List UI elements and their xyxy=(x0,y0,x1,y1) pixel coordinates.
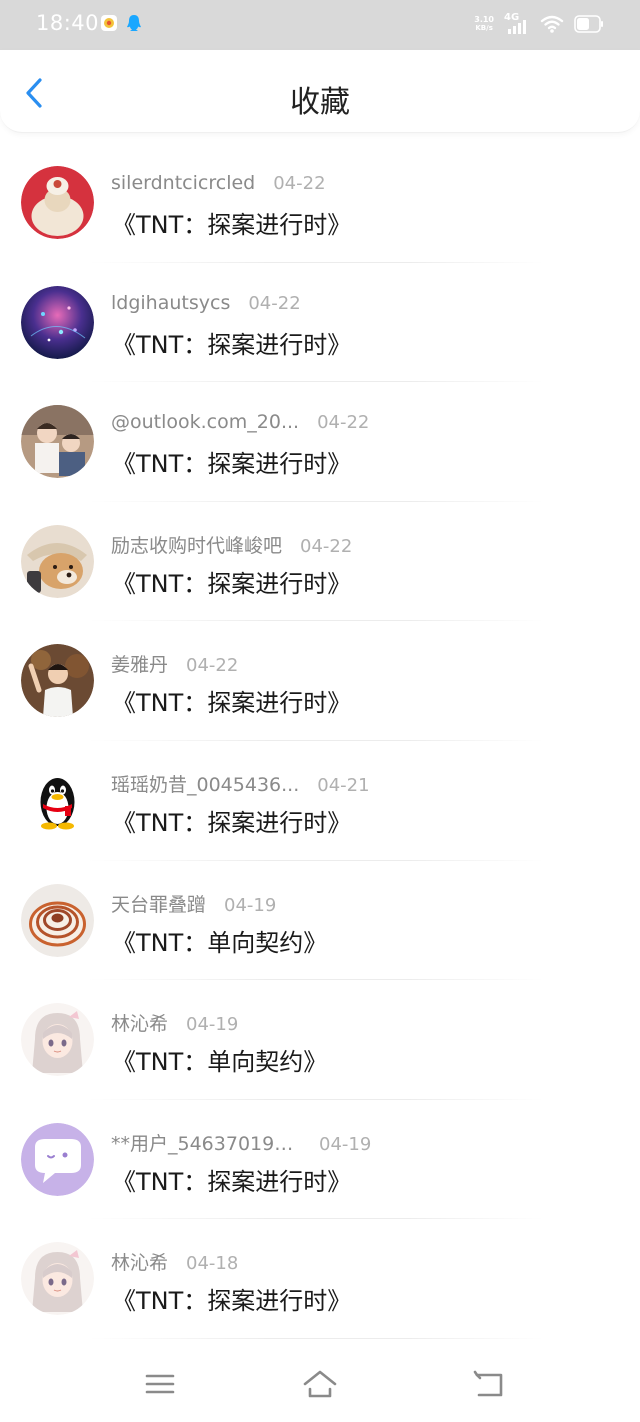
status-bar: 18:40 3.10 KB/s 4G xyxy=(0,0,640,50)
user-name: 励志收购时代峰峻吧 xyxy=(111,534,283,557)
avatar[interactable] xyxy=(21,524,94,598)
post-date: 04-22 xyxy=(248,292,301,314)
item-meta: 瑶瑶奶昔_0045436... 04-21 xyxy=(111,770,370,797)
wifi-icon xyxy=(540,15,564,33)
post-date: 04-19 xyxy=(186,1014,239,1036)
list-item[interactable]: 励志收购时代峰峻吧 04-22 《TNT：探案进行时》 xyxy=(0,502,640,622)
system-nav-bar xyxy=(0,1345,640,1422)
item-meta: 林沁希 04-19 xyxy=(111,1009,238,1036)
user-name: 天台罪叠蹭 xyxy=(111,893,207,916)
post-title[interactable]: 《TNT：探案进行时》 xyxy=(112,803,351,838)
user-name: ldgihautsycs xyxy=(111,291,231,314)
post-title[interactable]: 《TNT：单向契约》 xyxy=(112,923,327,958)
item-meta: 姜雅丹 04-22 xyxy=(111,650,238,677)
app-notification-icon xyxy=(101,15,117,31)
back-nav-icon[interactable] xyxy=(471,1367,507,1401)
post-date: 04-22 xyxy=(300,535,353,557)
post-title[interactable]: 《TNT：探案进行时》 xyxy=(112,1281,351,1316)
item-meta: 林沁希 04-18 xyxy=(111,1248,238,1275)
user-name: silerdntcicrcled xyxy=(111,172,256,194)
avatar[interactable] xyxy=(21,166,94,239)
post-date: 04-21 xyxy=(317,774,370,796)
avatar[interactable] xyxy=(21,1003,94,1077)
net-speed-value: 3.10 xyxy=(474,15,494,24)
page-title: 收藏 xyxy=(290,85,350,120)
net-speed-unit: KB/s xyxy=(475,24,493,32)
home-icon[interactable] xyxy=(302,1367,338,1401)
menu-icon[interactable] xyxy=(142,1367,178,1401)
user-name: 姜雅丹 xyxy=(111,654,169,677)
list-item[interactable]: @outlook.com_20... 04-22 《TNT：探案进行时》 xyxy=(0,382,640,502)
qq-notification-icon xyxy=(127,15,141,31)
favorites-list: silerdntcicrcled 04-22 《TNT：探案进行时》 ldgih… xyxy=(0,143,640,1339)
battery-icon xyxy=(574,15,603,33)
user-name: @outlook.com_20... xyxy=(111,411,300,434)
list-item[interactable]: 姜雅丹 04-22 《TNT：探案进行时》 xyxy=(0,621,640,741)
post-title[interactable]: 《TNT：单向契约》 xyxy=(112,1042,327,1077)
list-item[interactable]: 瑶瑶奶昔_0045436... 04-21 《TNT：探案进行时》 xyxy=(0,741,640,861)
avatar[interactable] xyxy=(21,285,94,359)
post-date: 04-22 xyxy=(273,173,326,194)
avatar[interactable] xyxy=(21,883,94,957)
list-item[interactable]: **用户_546370196... 04-19 《TNT：探案进行时》 xyxy=(0,1100,640,1220)
post-title[interactable]: 《TNT：探案进行时》 xyxy=(112,1162,351,1197)
post-date: 04-22 xyxy=(317,412,370,434)
avatar[interactable] xyxy=(21,405,94,479)
status-time: 18:40 xyxy=(36,11,100,35)
avatar[interactable] xyxy=(21,1122,94,1196)
post-date: 04-18 xyxy=(186,1253,239,1275)
item-meta: @outlook.com_20... 04-22 xyxy=(111,411,369,433)
net-speed: 3.10 KB/s xyxy=(474,15,494,33)
list-item[interactable]: 天台罪叠蹭 04-19 《TNT：单向契约》 xyxy=(0,861,640,981)
status-right: 3.10 KB/s 4G xyxy=(474,13,604,35)
avatar[interactable] xyxy=(21,1242,94,1316)
post-date: 04-19 xyxy=(224,894,277,916)
post-title[interactable]: 《TNT：探案进行时》 xyxy=(112,205,351,240)
user-name: 林沁希 xyxy=(111,1252,169,1275)
signal-icon xyxy=(508,20,526,34)
post-date: 04-19 xyxy=(319,1133,372,1155)
header: 收藏 xyxy=(0,50,640,133)
item-meta: **用户_546370196... 04-19 xyxy=(111,1129,371,1156)
post-title[interactable]: 《TNT：探案进行时》 xyxy=(112,564,351,599)
post-title[interactable]: 《TNT：探案进行时》 xyxy=(112,683,351,718)
avatar[interactable] xyxy=(21,763,94,837)
cellular-signal: 4G xyxy=(504,13,530,35)
post-title[interactable]: 《TNT：探案进行时》 xyxy=(112,444,351,479)
post-title[interactable]: 《TNT：探案进行时》 xyxy=(112,325,351,360)
item-meta: 天台罪叠蹭 04-19 xyxy=(111,890,276,917)
list-item[interactable]: 林沁希 04-18 《TNT：探案进行时》 xyxy=(0,1219,640,1339)
user-name: **用户_546370196... xyxy=(111,1132,301,1155)
post-date: 04-22 xyxy=(186,655,239,677)
item-meta: silerdntcicrcled 04-22 xyxy=(111,172,326,194)
user-name: 瑶瑶奶昔_0045436... xyxy=(111,773,300,796)
list-item[interactable]: silerdntcicrcled 04-22 《TNT：探案进行时》 xyxy=(0,143,640,263)
avatar[interactable] xyxy=(21,644,94,718)
status-app-icons xyxy=(100,14,142,32)
item-meta: ldgihautsycs 04-22 xyxy=(111,292,301,314)
list-item[interactable]: ldgihautsycs 04-22 《TNT：探案进行时》 xyxy=(0,263,640,383)
list-item[interactable]: 林沁希 04-19 《TNT：单向契约》 xyxy=(0,980,640,1100)
item-meta: 励志收购时代峰峻吧 04-22 xyxy=(111,531,352,558)
user-name: 林沁希 xyxy=(111,1013,169,1036)
